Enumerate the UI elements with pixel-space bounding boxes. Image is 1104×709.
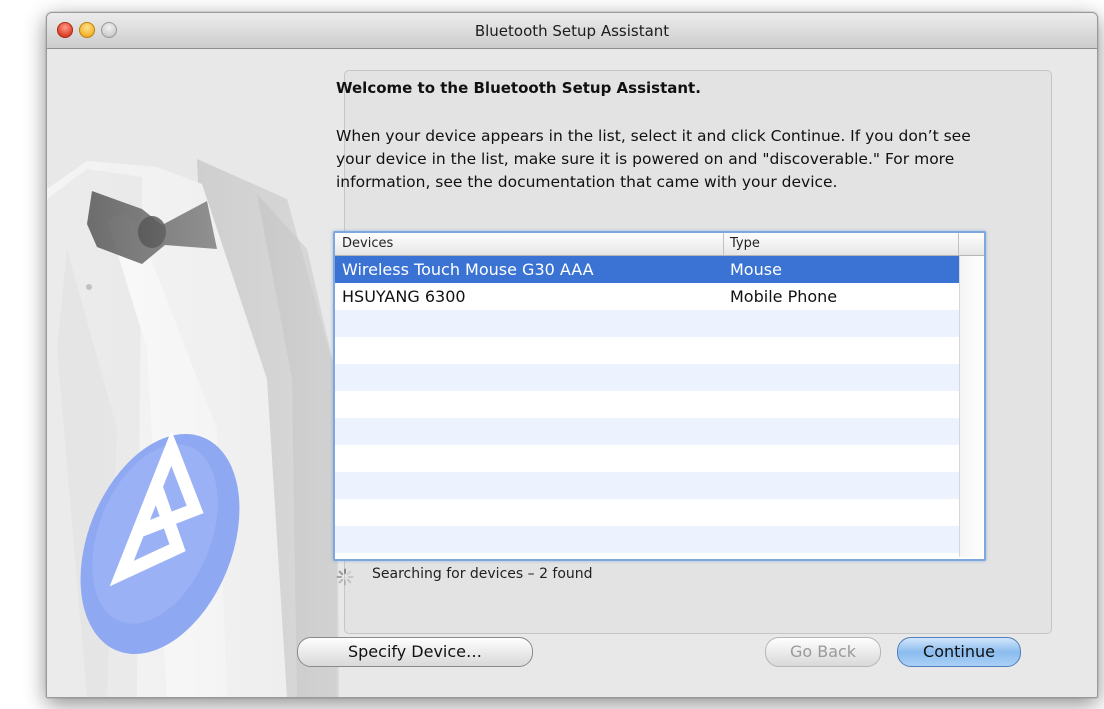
empty-row [335,418,959,445]
empty-row [335,337,959,364]
device-type-cell: Mobile Phone [730,287,838,306]
welcome-heading: Welcome to the Bluetooth Setup Assistant… [336,79,701,97]
column-header-type[interactable]: Type [730,236,760,251]
empty-row [335,526,959,553]
empty-row [335,445,959,472]
column-header-devices[interactable]: Devices [342,236,393,251]
status-text: Searching for devices – 2 found [372,566,593,582]
title-bar[interactable]: Bluetooth Setup Assistant [47,13,1097,49]
table-row[interactable]: Wireless Touch Mouse G30 AAA Mouse [335,256,959,283]
column-divider [723,233,724,255]
empty-row [335,472,959,499]
table-body: Wireless Touch Mouse G30 AAA Mouse HSUYA… [335,256,959,557]
device-name-cell: Wireless Touch Mouse G30 AAA [342,260,594,279]
empty-row [335,499,959,526]
table-scrollbar[interactable] [959,256,984,557]
table-header: Devices Type [335,233,984,256]
empty-row [335,364,959,391]
devices-table[interactable]: Devices Type Wireless Touch Mouse G30 AA… [333,231,986,561]
device-name-cell: HSUYANG 6300 [342,287,466,306]
window-title: Bluetooth Setup Assistant [474,22,670,40]
empty-row [335,310,959,337]
butler-illustration [47,49,347,697]
empty-row [335,391,959,418]
intro-text: When your device appears in the list, se… [336,127,971,191]
column-divider [958,233,959,255]
table-row[interactable]: HSUYANG 6300 Mobile Phone [335,283,959,310]
go-back-button[interactable]: Go Back [765,637,881,667]
specify-device-button[interactable]: Specify Device… [297,637,533,667]
continue-button[interactable]: Continue [897,637,1021,667]
device-type-cell: Mouse [730,260,782,279]
spinner-icon [336,568,354,586]
